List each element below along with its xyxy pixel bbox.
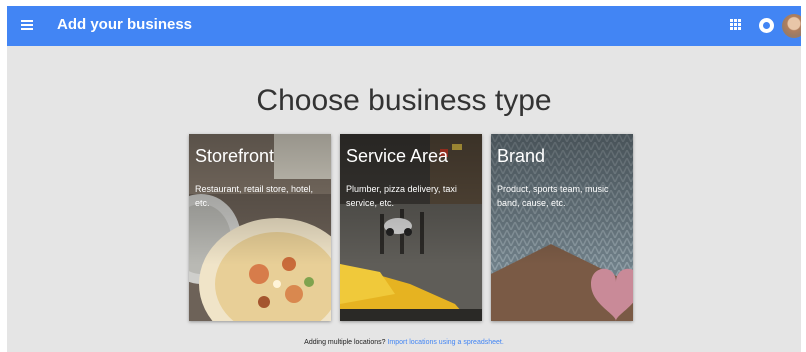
brand-card[interactable]: Brand Product, sports team, music band, …: [491, 134, 633, 321]
page-title: Choose business type: [256, 84, 552, 117]
apps-grid-icon[interactable]: [730, 19, 742, 31]
app-title: Add your business: [57, 16, 193, 33]
footer-note: Adding multiple locations? Import locati…: [7, 339, 801, 346]
app-window: Add your business Choose business type S…: [7, 6, 801, 352]
notifications-icon[interactable]: [759, 18, 774, 33]
service-area-card[interactable]: Service Area Plumber, pizza delivery, ta…: [340, 134, 482, 321]
footer-text: Adding multiple locations?: [304, 339, 386, 346]
import-spreadsheet-link[interactable]: Import locations using a spreadsheet.: [387, 339, 503, 346]
card-description: Product, sports team, music band, cause,…: [497, 184, 609, 208]
top-app-bar: Add your business: [7, 6, 801, 46]
card-title: Brand: [497, 146, 546, 166]
storefront-card[interactable]: Storefront Restaurant, retail store, hot…: [189, 134, 331, 321]
card-description: Plumber, pizza delivery, taxi service, e…: [346, 184, 457, 208]
avatar[interactable]: [782, 14, 801, 38]
menu-icon[interactable]: [21, 19, 35, 33]
card-title: Storefront: [195, 146, 275, 166]
card-title: Service Area: [346, 146, 449, 166]
card-description: Restaurant, retail store, hotel, etc.: [195, 184, 314, 208]
